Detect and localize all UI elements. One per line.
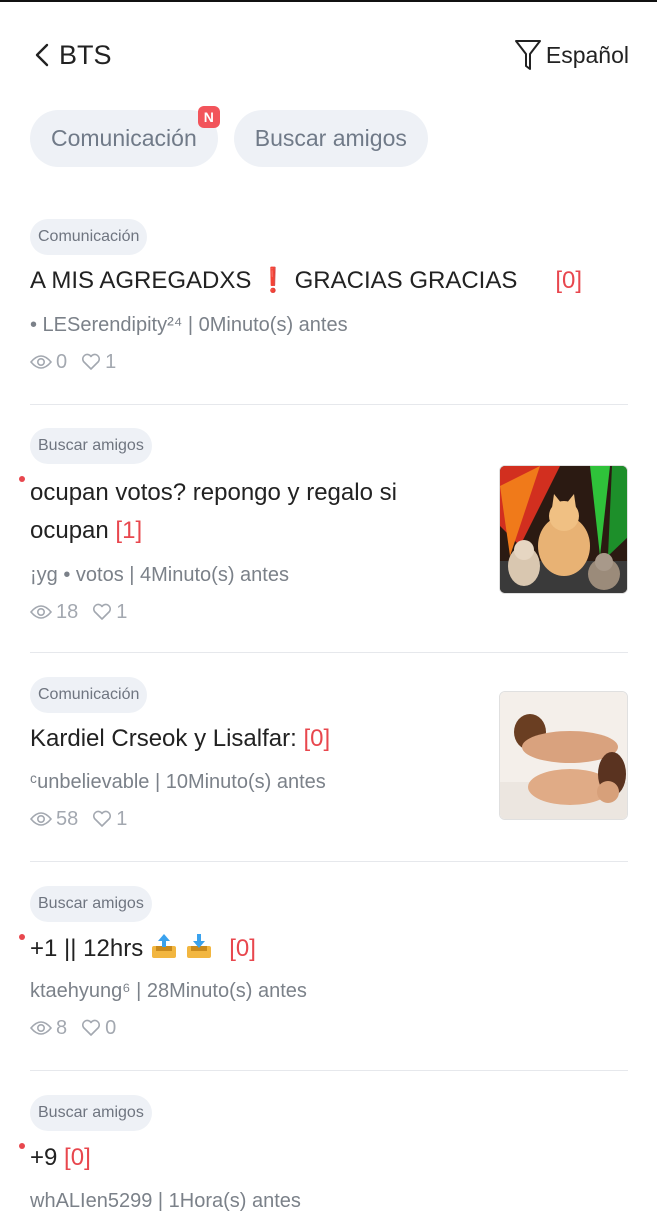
- post-item[interactable]: Comunicación Kardiel Crseok y Lisalfar: …: [30, 653, 628, 862]
- tab-label: Comunicación: [51, 125, 197, 151]
- comment-count: [0]: [303, 725, 331, 752]
- comment-count: [0]: [64, 1144, 91, 1171]
- post-title: +9 [0]: [30, 1144, 91, 1171]
- category-tag: Comunicación: [30, 219, 148, 255]
- category-tag: Buscar amigos: [30, 428, 152, 464]
- post-meta: • LESerendipity²⁴ | 0Minuto(s) antes: [30, 314, 348, 336]
- post-stats: 58 1: [30, 805, 127, 833]
- category-tag: Comunicación: [30, 677, 148, 713]
- post-thumbnail[interactable]: [499, 691, 628, 820]
- post-item[interactable]: Comunicación A MIS AGREGADXS ❗ GRACIAS G…: [30, 202, 628, 405]
- view-count: 0: [30, 348, 67, 376]
- category-tag: Buscar amigos: [30, 1095, 152, 1131]
- category-tabs: Comunicación N Buscar amigos: [30, 106, 428, 167]
- heart-icon: [93, 603, 112, 620]
- heart-icon: [82, 1019, 101, 1036]
- tab-buscar-amigos[interactable]: Buscar amigos: [233, 110, 428, 167]
- post-stats: 18 1: [30, 598, 127, 626]
- page-title: BTS: [59, 40, 112, 70]
- eye-icon: [30, 1021, 52, 1035]
- post-meta: ¡yg • votos | 4Minuto(s) antes: [30, 564, 289, 586]
- view-count: 8: [30, 1014, 67, 1042]
- view-count: 18: [30, 598, 78, 626]
- post-thumbnail[interactable]: [499, 465, 628, 594]
- filter-icon: [514, 40, 541, 70]
- post-meta: whALIen5299 | 1Hora(s) antes: [30, 1190, 301, 1212]
- eye-icon: [30, 812, 52, 826]
- post-title: ocupan votos? repongo y regalo si ocupan…: [30, 479, 397, 544]
- unread-dot: [19, 1143, 25, 1149]
- top-bar: BTS Español: [0, 2, 657, 110]
- like-count: 0: [81, 1014, 116, 1042]
- category-tag: Buscar amigos: [30, 886, 152, 922]
- post-title: +1 || 12hrs [0]: [30, 930, 590, 968]
- back-button[interactable]: [30, 38, 54, 72]
- outbox-tray-icon: [151, 934, 176, 958]
- post-item[interactable]: Buscar amigos +1 || 12hrs [0] ktaehyung⁶…: [19, 862, 628, 1071]
- language-label: Español: [545, 42, 629, 68]
- heart-icon: [93, 810, 112, 827]
- like-count: 1: [92, 598, 127, 626]
- chevron-left-icon: [35, 43, 49, 67]
- post-meta: ᶜunbelievable | 10Minuto(s) antes: [30, 771, 326, 793]
- like-count: 1: [81, 348, 116, 376]
- unread-dot: [19, 934, 25, 940]
- post-title: Kardiel Crseok y Lisalfar: [0]: [30, 725, 331, 752]
- like-count: 1: [92, 805, 127, 833]
- inbox-tray-icon: [186, 934, 211, 958]
- view-count: 58: [30, 805, 78, 833]
- post-item[interactable]: Buscar amigos ocupan votos? repongo y re…: [19, 405, 628, 653]
- tab-comunicacion[interactable]: Comunicación N: [30, 106, 220, 167]
- post-item[interactable]: Buscar amigos +9 [0] whALIen5299 | 1Hora…: [19, 1071, 628, 1212]
- post-title: A MIS AGREGADXS ❗ GRACIAS GRACIAS [0]: [30, 267, 583, 294]
- tab-label: Buscar amigos: [254, 125, 407, 151]
- unread-dot: [19, 476, 25, 482]
- eye-icon: [30, 355, 52, 369]
- post-feed: Comunicación A MIS AGREGADXS ❗ GRACIAS G…: [19, 202, 628, 1212]
- heart-icon: [82, 353, 101, 370]
- kittens-image: [500, 466, 627, 593]
- eye-icon: [30, 605, 52, 619]
- comment-count: [0]: [555, 267, 583, 294]
- language-filter-button[interactable]: Español: [514, 38, 629, 72]
- post-stats: 8 0: [30, 1014, 116, 1042]
- comment-count: [1]: [115, 517, 143, 544]
- comment-count: [0]: [229, 935, 256, 962]
- photo-image: [500, 692, 627, 819]
- post-meta: ktaehyung⁶ | 28Minuto(s) antes: [30, 980, 307, 1002]
- post-stats: 0 1: [30, 348, 116, 376]
- new-badge: N: [197, 106, 220, 128]
